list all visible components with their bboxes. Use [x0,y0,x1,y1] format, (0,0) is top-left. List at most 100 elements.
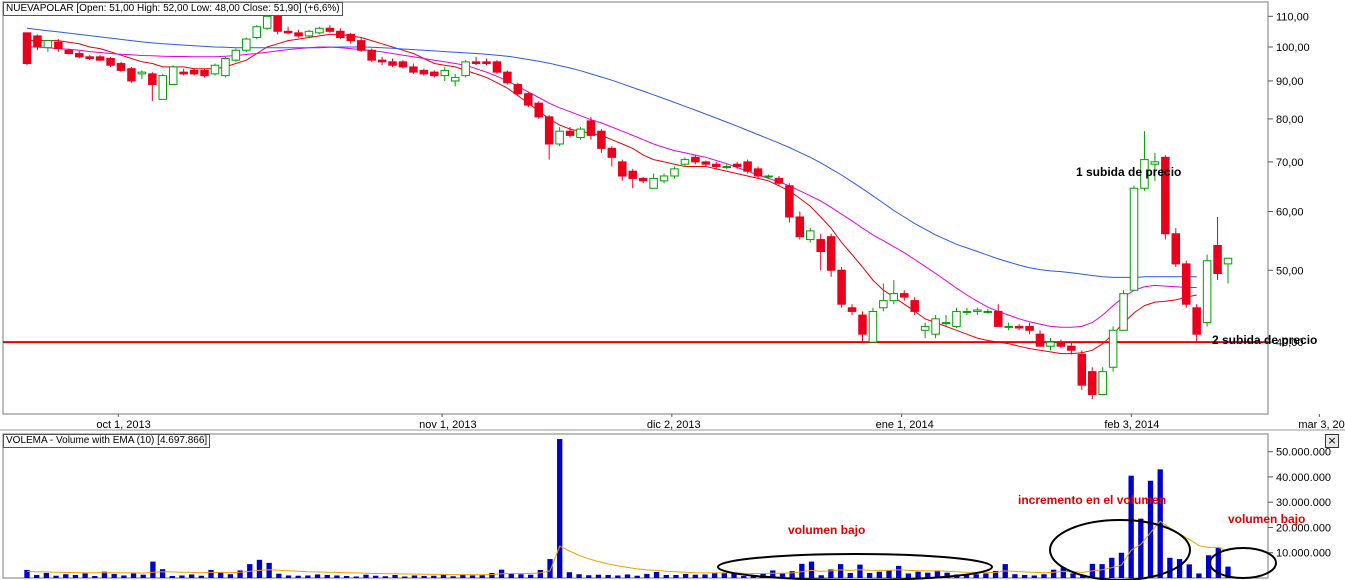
annotation-low-volume-2: volumen bajo [1228,512,1306,526]
candle-body [1056,341,1066,347]
price-plot-frame [2,1,1269,415]
candle-body [732,163,742,168]
candle-body [419,69,429,75]
candle-body [1087,371,1097,395]
candle [231,48,241,62]
volume-bar [1167,557,1173,578]
volume-y-tick-label: 10.000.000 [1276,548,1331,560]
candle [461,60,470,78]
candle-body [1181,263,1191,305]
x-tick-label: feb 3, 2014 [1104,419,1159,431]
candle-body [826,236,836,271]
volume-bar [896,565,902,578]
volume-bar [973,574,979,578]
volume-bar [324,574,330,578]
volume-bar [566,572,573,578]
candle-body [430,71,439,77]
candle [1181,260,1191,308]
candle-body [106,57,115,66]
candle-body [743,161,752,172]
volume-bar [402,576,408,578]
volume-bar [382,576,389,578]
x-tick-label: ene 1, 2014 [876,419,934,431]
volume-bar [663,574,669,578]
volume-bar [179,575,185,578]
candle [1171,228,1181,268]
candle [503,70,512,85]
candle-body [544,116,554,145]
candle-body [440,69,449,77]
volume-bar [983,573,989,578]
volume-bar [644,573,650,578]
candle-body [242,38,251,51]
candle-body [22,32,32,65]
volume-bar [915,571,921,578]
candle [492,60,502,74]
candle-body [962,310,972,313]
candle [826,233,836,277]
candle-body [941,322,951,325]
candle-body [116,63,126,71]
candle-body [95,56,105,61]
candle-body [1223,257,1233,265]
candle-body [294,32,303,37]
volume-bar [421,575,427,578]
candle-body [1119,293,1128,331]
volume-bar [1099,564,1105,578]
candle-body [388,61,397,66]
volume-bar [1041,574,1047,578]
candle [106,56,115,67]
candle [534,101,543,119]
candle [127,66,136,83]
candle [221,56,230,78]
candle-body [555,130,564,145]
candle-body [565,130,575,136]
volume-bar [198,575,205,578]
candle-body [1150,161,1160,165]
candle-body [816,239,825,252]
volume-bar [741,575,747,578]
price-y-tick-label: 60,00 [1276,207,1304,219]
volume-bar [392,574,398,578]
volume-y-tick-label: 30.000.000 [1276,497,1331,509]
candle-body [879,300,888,309]
volume-bar [1031,575,1037,578]
candle-body [492,61,502,73]
annotation-volume-increase: incremento en el volumen [1018,493,1167,507]
volume-bar [295,575,301,578]
candle-body [712,163,721,168]
candle [931,315,940,339]
candle-body [33,35,42,48]
candle [398,60,408,69]
candle-body [304,30,314,37]
candle [1098,367,1107,395]
volume-bar [615,575,621,578]
candle-body [524,93,533,106]
volume-bar [847,572,853,578]
candle-body [356,40,366,51]
candle-body [43,40,53,49]
candle [1108,326,1118,372]
candle-body [910,300,919,312]
candle-body [1035,333,1045,347]
candle-body [973,309,982,312]
volume-bar [276,573,282,578]
volume-bar [518,574,524,578]
close-panel-icon[interactable]: × [1325,434,1339,448]
volume-bar [673,574,679,578]
volume-bar [905,573,912,578]
candle-body [837,269,846,305]
candle-body [753,168,763,177]
volume-bar [557,439,563,578]
candle-body [1014,325,1024,329]
volume-bar [431,575,437,578]
candle [743,159,752,174]
candle-body [868,310,878,343]
volume-bar [469,575,476,578]
volume-bar [111,573,117,578]
candle [1087,367,1097,400]
volume-bar [808,561,815,578]
volume-bar [343,575,350,578]
price-y-tick-label: 50,00 [1276,265,1304,277]
candle [315,26,324,35]
